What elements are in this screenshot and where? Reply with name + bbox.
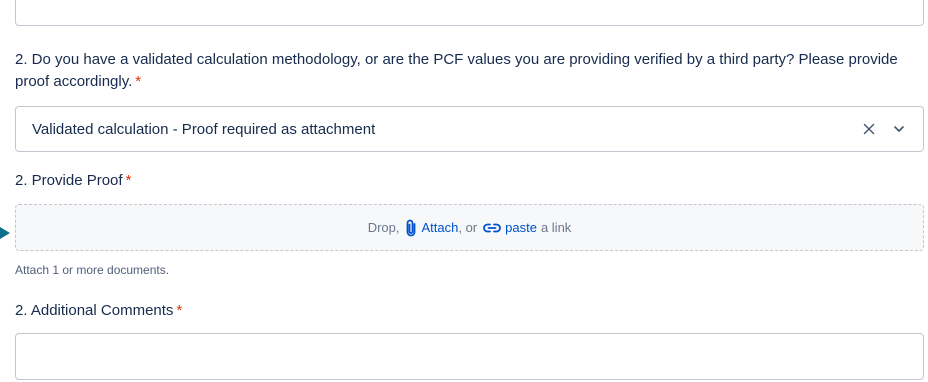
paste-link[interactable]: paste [505,220,537,235]
provide-proof-label: 2. Provide Proof * [15,171,131,191]
dropzone-drop-text: Drop, [367,220,400,235]
form-page: 2. Do you have a validated calculation m… [0,0,928,382]
methodology-question: 2. Do you have a validated calculation m… [15,49,925,93]
required-marker: * [125,172,132,189]
methodology-select-value: Validated calculation - Proof required a… [32,120,376,138]
attachment-dropzone[interactable]: Drop, Attach , or paste a link [15,204,924,251]
link-icon[interactable] [483,222,502,234]
additional-comments-input[interactable] [15,333,924,380]
chevron-down-icon[interactable] [889,119,909,139]
attachment-helper-text: Attach 1 or more documents. [15,263,170,277]
previous-field-input[interactable] [15,0,924,26]
additional-comments-label: 2. Additional Comments * [15,301,182,321]
paperclip-icon[interactable] [405,219,417,237]
close-icon[interactable] [859,119,879,139]
provide-proof-label-text: 2. Provide Proof [15,172,123,189]
additional-comments-label-text: 2. Additional Comments [15,302,174,319]
pointer-arrow-icon [0,227,10,239]
required-marker: * [135,73,142,90]
dropzone-link-text: a link [540,220,572,235]
required-marker: * [176,302,183,319]
methodology-question-text: 2. Do you have a validated calculation m… [15,51,898,90]
attach-link[interactable]: Attach [421,220,458,235]
methodology-select[interactable]: Validated calculation - Proof required a… [15,106,924,152]
dropzone-or-text: , or [458,220,478,235]
